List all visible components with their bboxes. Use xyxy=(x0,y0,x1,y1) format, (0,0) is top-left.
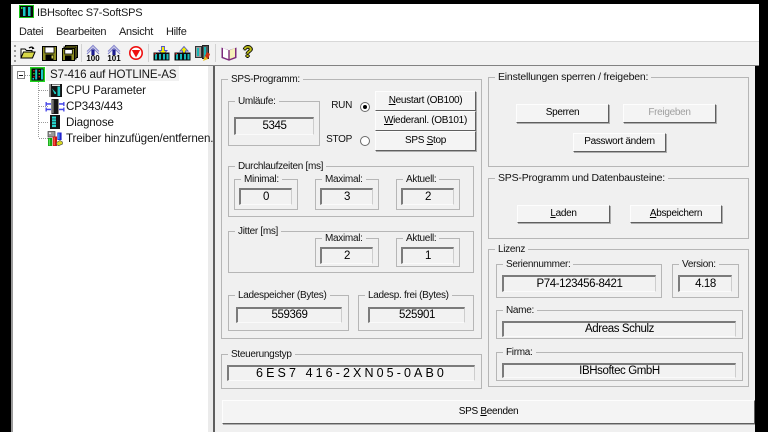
svg-text:101: 101 xyxy=(107,54,121,62)
svg-text:100: 100 xyxy=(86,54,100,62)
